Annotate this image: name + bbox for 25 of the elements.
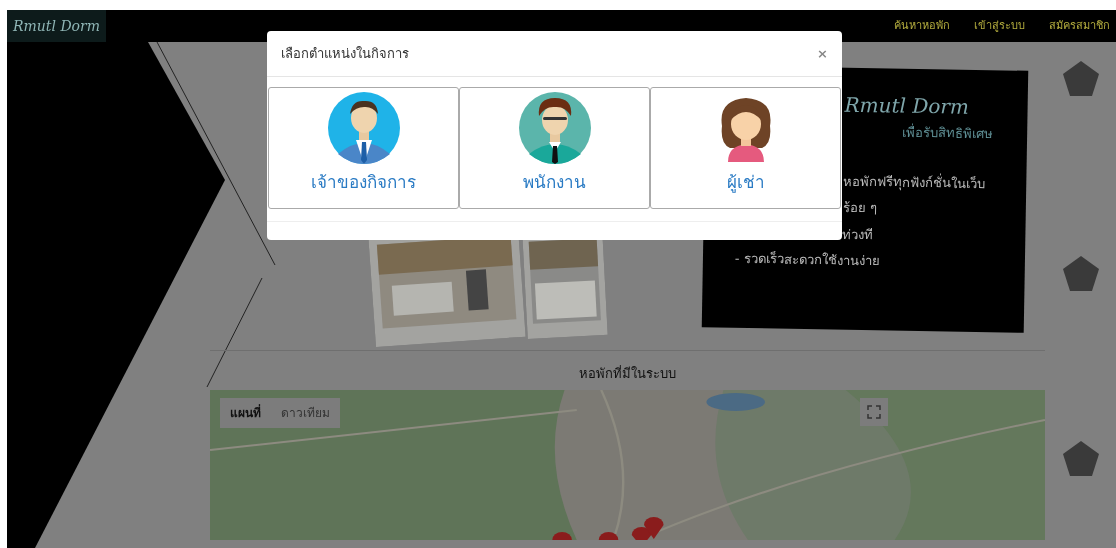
promo-line: หอพักฟรีทุกฟังก์ชั่นในเว็บ — [843, 172, 987, 193]
role-card[interactable]: เจ้าของกิจการ — [268, 87, 459, 209]
modal-title: เลือกตำแหน่งในกิจการ — [281, 44, 409, 63]
nav-link[interactable]: ค้นหาหอพัก — [894, 17, 950, 35]
close-button[interactable]: × — [817, 43, 828, 64]
nav-link[interactable]: สมัครสมาชิก — [1049, 17, 1110, 35]
promo-subtitle: เพื่อรับสิทธิพิเศษ — [902, 122, 995, 144]
nav-link[interactable]: เข้าสู่ระบบ — [974, 17, 1025, 35]
map-type-tab[interactable]: ดาวเทียม — [271, 397, 340, 428]
promo-title: Rmutl Dorm — [844, 91, 971, 121]
pentagon-shape — [1062, 255, 1100, 293]
logo[interactable]: Rmutl Dorm — [7, 10, 106, 42]
promo-line: ท่วงที — [842, 225, 875, 244]
pentagon-shape — [1062, 60, 1100, 98]
fullscreen-button[interactable] — [860, 397, 888, 426]
fullscreen-icon — [867, 404, 881, 419]
person-icon — [327, 92, 400, 164]
role-card[interactable]: ผู้เช่า — [650, 87, 841, 209]
pentagon-shape — [1062, 440, 1100, 478]
person-icon — [518, 92, 591, 164]
role-card[interactable]: พนักงาน — [459, 87, 650, 209]
promo-line: ร้อย ๆ — [842, 198, 879, 218]
promo-line: - รวดเร็วสะดวกใช้งานง่าย — [734, 249, 881, 271]
section-heading: หอพักที่มีในระบบ — [579, 364, 676, 383]
map-type-tab[interactable]: แผนที่ — [220, 397, 271, 428]
